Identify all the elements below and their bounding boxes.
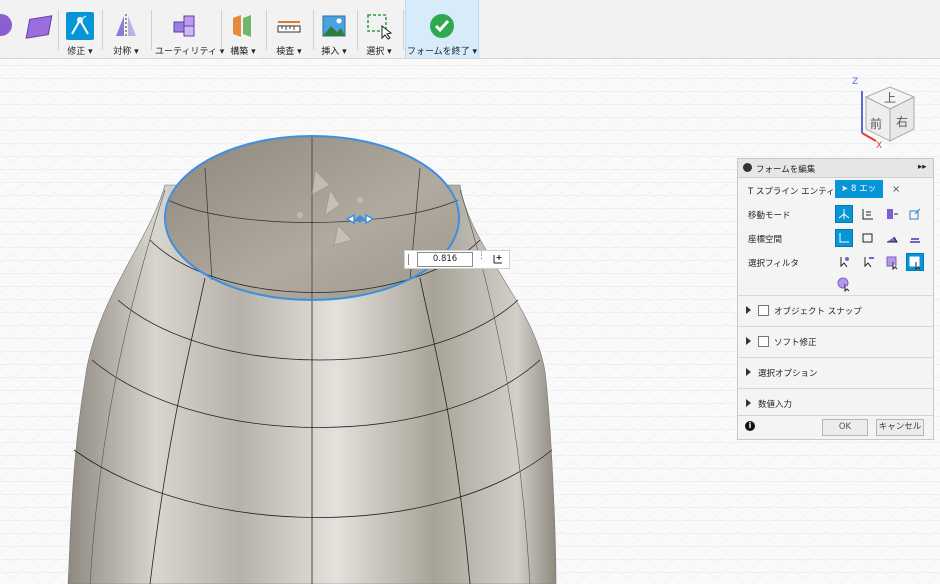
object-snap-label: オブジェクト スナップ — [774, 307, 862, 317]
axis-z-label: Z — [852, 77, 859, 87]
select-label: 選択 ▾ — [366, 47, 392, 57]
filter-edge-icon[interactable] — [859, 253, 877, 271]
select-menu[interactable]: 選択 ▾ — [361, 0, 397, 58]
finish-form-icon — [428, 12, 456, 40]
modify-icon — [66, 12, 94, 40]
move-mode-translate-icon[interactable] — [859, 205, 877, 223]
collapse-icon[interactable] — [743, 163, 752, 172]
modify-menu[interactable]: 修正 ▾ — [62, 0, 98, 58]
move-mode-rotate-icon[interactable] — [883, 205, 901, 223]
cancel-button[interactable]: キャンセル — [876, 419, 924, 436]
construct-menu[interactable]: 構築 ▾ — [225, 0, 261, 58]
finish-form-label: フォームを終了 ▾ — [406, 47, 478, 57]
coord-world-icon[interactable] — [835, 229, 853, 247]
clear-selection-icon[interactable]: × — [892, 184, 900, 195]
inspect-label: 検査 ▾ — [276, 47, 302, 57]
entity-selection-button[interactable]: ➤ 8 エッジ — [835, 180, 883, 212]
coord-per-entity-icon[interactable] — [906, 229, 924, 247]
modify-label: 修正 ▾ — [67, 47, 93, 57]
info-icon[interactable]: i — [745, 421, 755, 431]
soft-modify-label: ソフト修正 — [774, 338, 817, 348]
symmetry-menu[interactable]: 対称 ▾ — [106, 0, 146, 58]
insert-label: 挿入 ▾ — [321, 47, 347, 57]
inspect-icon — [275, 12, 303, 40]
utilities-label: ユーティリティ ▾ — [155, 47, 225, 57]
inspect-menu[interactable]: 検査 ▾ — [270, 0, 308, 58]
more-options-icon[interactable]: ⋮ — [477, 252, 486, 265]
move-mode-multi-icon[interactable] — [835, 205, 853, 223]
symmetry-label: 対称 ▾ — [113, 47, 139, 57]
move-handle — [345, 213, 375, 225]
viewcube-right[interactable]: 右 — [896, 113, 908, 130]
insert-image-icon — [320, 12, 348, 40]
selection-filter-label: 選択フィルタ — [748, 259, 799, 269]
coord-local-icon[interactable] — [883, 229, 901, 247]
expand-icon[interactable] — [746, 337, 751, 345]
object-snap-section[interactable]: オブジェクト スナップ — [738, 295, 933, 326]
coordinate-pick-icon[interactable] — [491, 252, 505, 266]
finish-form-button[interactable]: フォームを終了 ▾ — [405, 0, 479, 58]
axis-x-label: X — [876, 141, 883, 151]
edit-form-panel: フォームを編集 ▸▸ T スプライン エンティティ ➤ 8 エッジ × 移動モー… — [737, 158, 934, 440]
viewcube[interactable]: 上 前 右 Z X — [846, 75, 926, 155]
viewcube-front[interactable]: 前 — [870, 115, 882, 132]
object-snap-checkbox[interactable] — [758, 305, 769, 316]
toolbar: 修正 ▾ 対称 ▾ ユーティリティ ▾ 構築 ▾ 検査 ▾ 挿入 ▾ 選択 ▾ … — [0, 0, 940, 59]
distance-input-box: 0.816 ⋮ — [404, 250, 510, 269]
utilities-icon — [171, 12, 199, 40]
expand-icon[interactable] — [746, 306, 751, 314]
soft-modify-checkbox[interactable] — [758, 336, 769, 347]
distance-input[interactable]: 0.816 — [417, 252, 473, 267]
sphere-icon[interactable] — [0, 14, 12, 36]
symmetry-icon — [112, 12, 140, 40]
selection-options-label: 選択オプション — [758, 369, 818, 379]
drag-grip[interactable] — [408, 254, 411, 265]
selection-options-section[interactable]: 選択オプション — [738, 357, 933, 388]
panel-title: フォームを編集 — [756, 165, 816, 175]
construct-label: 構築 ▾ — [230, 47, 256, 57]
select-icon — [365, 12, 393, 40]
construct-icon — [229, 12, 257, 40]
expand-panel-icon[interactable]: ▸▸ — [918, 162, 927, 172]
cursor-icon: ➤ — [841, 184, 849, 194]
move-mode-scale-icon[interactable] — [906, 205, 924, 223]
filter-face-icon[interactable] — [883, 253, 901, 271]
viewcube-top[interactable]: 上 — [884, 89, 896, 106]
soft-modify-section[interactable]: ソフト修正 — [738, 326, 933, 357]
move-mode-label: 移動モード — [748, 211, 791, 221]
numeric-input-label: 数値入力 — [758, 400, 793, 410]
coordinate-space-label: 座標空間 — [748, 235, 783, 245]
filter-body-icon[interactable] — [906, 253, 924, 271]
utilities-menu[interactable]: ユーティリティ ▾ — [155, 0, 225, 58]
panel-footer: i OK キャンセル — [738, 415, 933, 440]
filter-object-icon[interactable] — [835, 275, 853, 293]
panel-header[interactable]: フォームを編集 ▸▸ — [738, 159, 933, 178]
coord-view-icon[interactable] — [859, 229, 877, 247]
insert-menu[interactable]: 挿入 ▾ — [317, 0, 351, 58]
filter-vertex-icon[interactable] — [835, 253, 853, 271]
expand-icon[interactable] — [746, 399, 751, 407]
expand-icon[interactable] — [746, 368, 751, 376]
plane-form-icon[interactable] — [25, 15, 53, 39]
ok-button[interactable]: OK — [822, 419, 868, 436]
